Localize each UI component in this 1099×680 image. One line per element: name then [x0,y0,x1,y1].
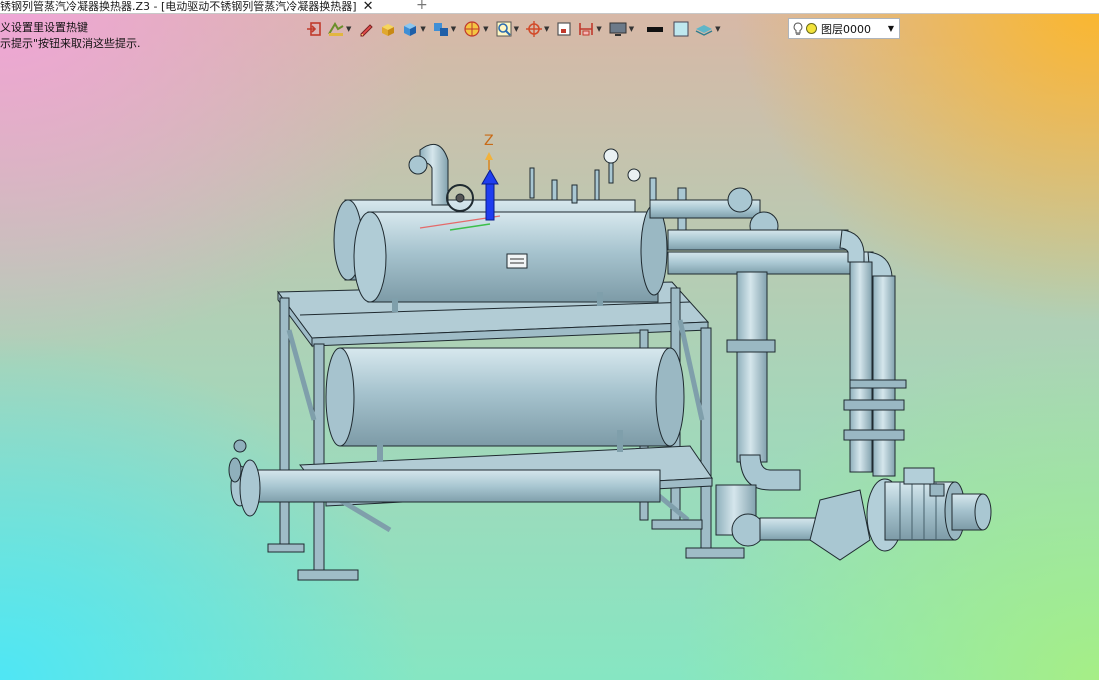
upper-tank-front [353,204,668,312]
heat-exchanger-model[interactable]: Z [0,0,1099,680]
z-axis-label: Z [484,133,494,149]
pump-motor [809,467,992,561]
3d-viewport[interactable]: 锈钢列管蒸汽冷凝器换热器.Z3 - [电动驱动不锈钢列管蒸汽冷凝器换热器] ✕ … [0,0,1099,680]
lower-tank [325,347,685,462]
